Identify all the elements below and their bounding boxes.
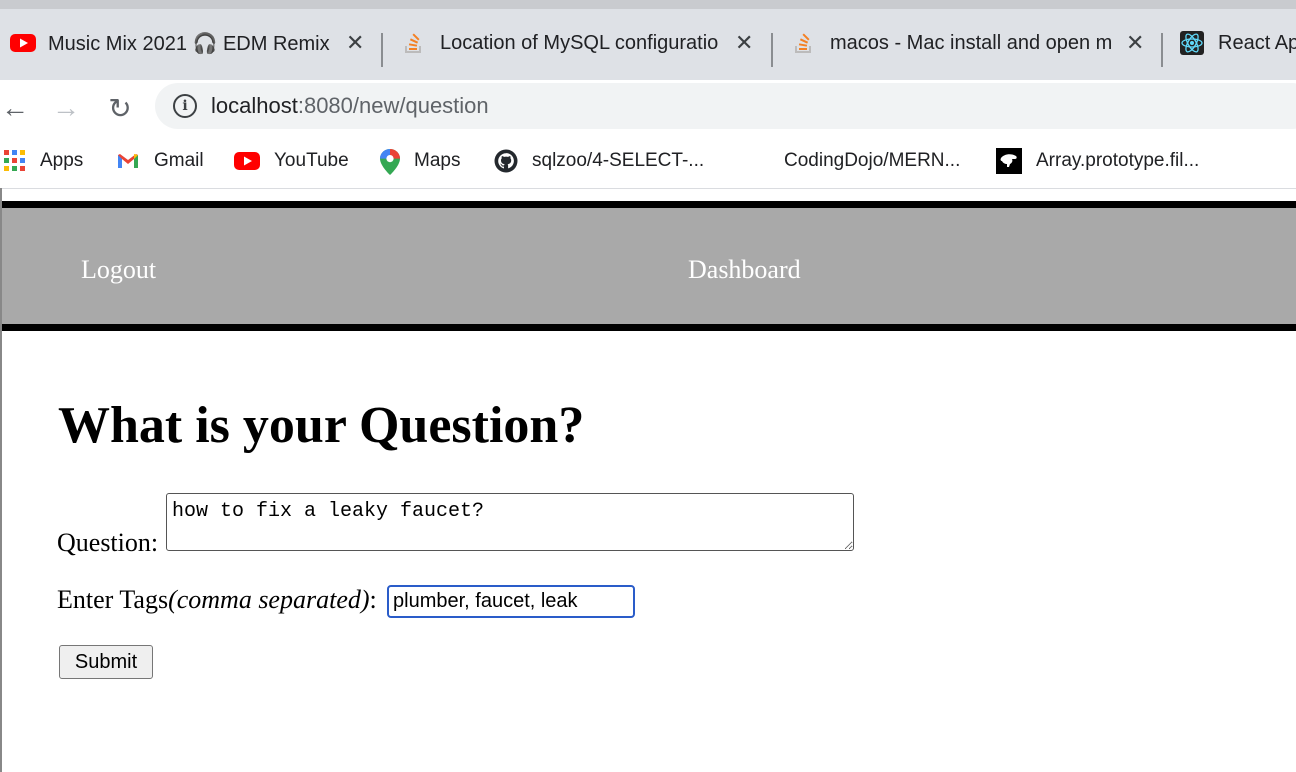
dashboard-link[interactable]: Dashboard [688, 255, 801, 285]
tab-music-mix[interactable]: Music Mix 2021 🎧 EDM Remix ✕ [10, 9, 380, 77]
maps-pin-icon [380, 149, 400, 175]
tags-hint: (comma separated) [168, 585, 370, 614]
close-icon[interactable]: ✕ [1126, 30, 1144, 56]
browser-toolbar: ← → ↻ i localhost:8080/new/question [0, 80, 1296, 136]
tab-mysql-config[interactable]: Location of MySQL configuratio ✕ [402, 9, 770, 77]
tags-label-colon: : [369, 585, 377, 614]
bookmark-label: Maps [414, 150, 461, 171]
question-textarea[interactable]: how to fix a leaky faucet? [166, 493, 854, 551]
site-navbar: Logout Dashboard [2, 201, 1296, 331]
tab-title: macos - Mac install and open m [830, 31, 1113, 54]
gmail-icon [116, 149, 140, 173]
stackoverflow-icon [402, 31, 426, 55]
url-host: localhost [211, 93, 298, 118]
reload-button[interactable]: ↻ [100, 80, 140, 136]
tab-react-app[interactable]: React Ap [1180, 9, 1296, 77]
bookmark-label: Apps [40, 150, 84, 171]
tab-macos-install[interactable]: macos - Mac install and open m ✕ [792, 9, 1160, 77]
tab-title: React Ap [1218, 31, 1296, 54]
bookmark-gmail[interactable]: Gmail [116, 136, 204, 186]
bookmark-sqlzoo[interactable]: sqlzoo/4-SELECT-... [494, 136, 704, 186]
stackoverflow-icon [792, 31, 816, 55]
reload-icon: ↻ [108, 92, 132, 124]
bookmark-label: sqlzoo/4-SELECT-... [532, 150, 705, 171]
bookmark-label: YouTube [274, 150, 349, 171]
github-icon [494, 149, 518, 173]
apps-grid-icon [4, 150, 26, 172]
address-bar[interactable]: i localhost:8080/new/question [155, 83, 1296, 129]
bookmark-codingdojo[interactable]: CodingDojo/MERN... [784, 136, 960, 186]
bookmark-array-filter[interactable]: Array.prototype.fil... [996, 136, 1199, 186]
tags-label-text: Enter Tags [57, 585, 169, 614]
tab-title: Music Mix 2021 🎧 EDM Remix [48, 32, 330, 55]
tab-separator [771, 33, 773, 67]
tags-label: Enter Tags(comma separated): [57, 585, 377, 615]
bookmark-apps[interactable]: Apps [4, 136, 83, 186]
bookmark-label: CodingDojo/MERN... [784, 150, 961, 171]
tab-separator [381, 33, 383, 67]
tags-input[interactable] [387, 585, 635, 618]
react-icon [1180, 31, 1204, 55]
bookmark-label: Gmail [154, 150, 204, 171]
tab-title: Location of MySQL configuratio [440, 31, 719, 54]
close-icon[interactable]: ✕ [735, 30, 753, 56]
back-arrow-icon: ← [1, 92, 29, 123]
question-label: Question: [57, 528, 159, 557]
youtube-icon [234, 149, 260, 173]
page-title: What is your Question? [58, 397, 585, 454]
bookmark-label: Array.prototype.fil... [1036, 150, 1200, 171]
page-content: Logout Dashboard What is your Question? … [0, 188, 1296, 772]
dinosaur-icon [996, 148, 1022, 174]
bookmark-maps[interactable]: Maps [380, 136, 460, 186]
info-icon[interactable]: i [173, 94, 197, 118]
close-icon[interactable]: ✕ [346, 30, 364, 56]
submit-button[interactable]: Submit [59, 645, 153, 679]
tab-separator [1161, 33, 1163, 67]
url-path: :8080/new/question [297, 93, 489, 118]
forward-arrow-icon: → [52, 92, 80, 123]
forward-button[interactable]: → [48, 80, 84, 136]
bookmarks-bar: Apps Gmail YouTube Maps sqlzoo/4-SELECT-… [0, 136, 1296, 189]
bookmark-youtube[interactable]: YouTube [234, 136, 349, 186]
browser-tab-strip: Music Mix 2021 🎧 EDM Remix ✕ Location of… [0, 0, 1296, 80]
logout-link[interactable]: Logout [81, 255, 156, 285]
youtube-icon [10, 31, 36, 55]
back-button[interactable]: ← [0, 80, 30, 136]
